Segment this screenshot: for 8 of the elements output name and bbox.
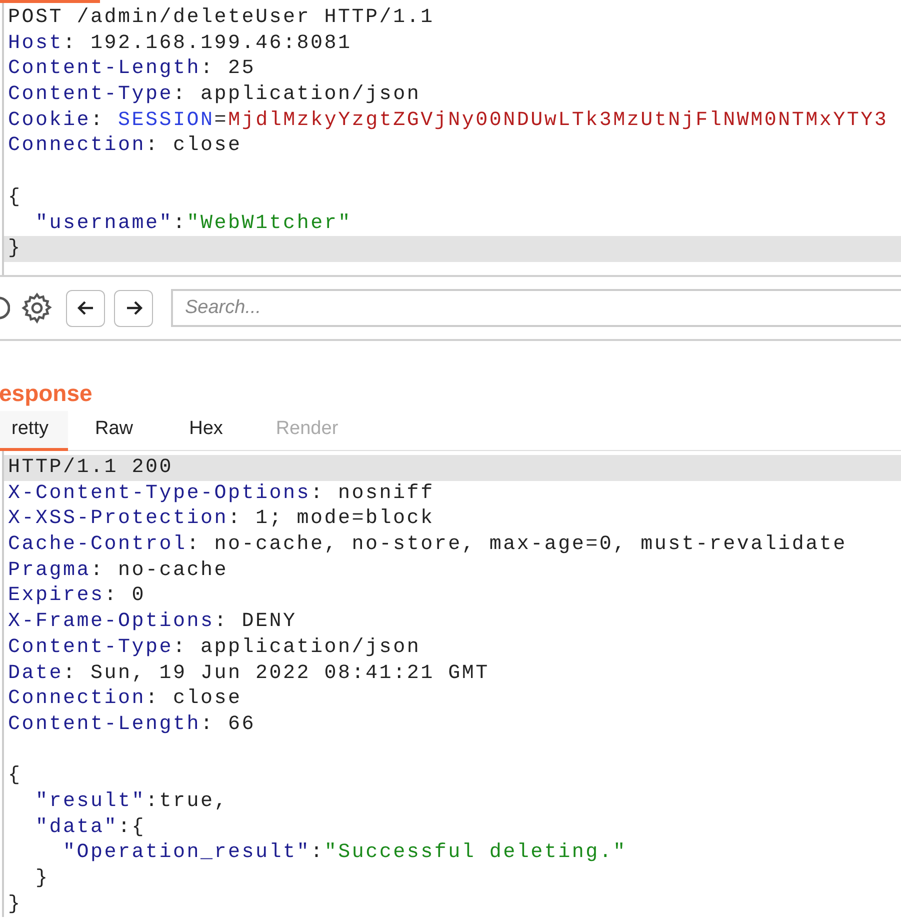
forward-button[interactable] [114, 290, 153, 326]
tab[interactable]: Hex [160, 411, 252, 451]
back-button[interactable] [66, 290, 105, 326]
tab[interactable]: Raw [68, 411, 160, 451]
search-field[interactable]: Search... [171, 289, 901, 327]
tab[interactable]: retty [0, 411, 68, 451]
section-heading: esponse [0, 379, 94, 408]
settings-icon[interactable] [20, 291, 54, 325]
